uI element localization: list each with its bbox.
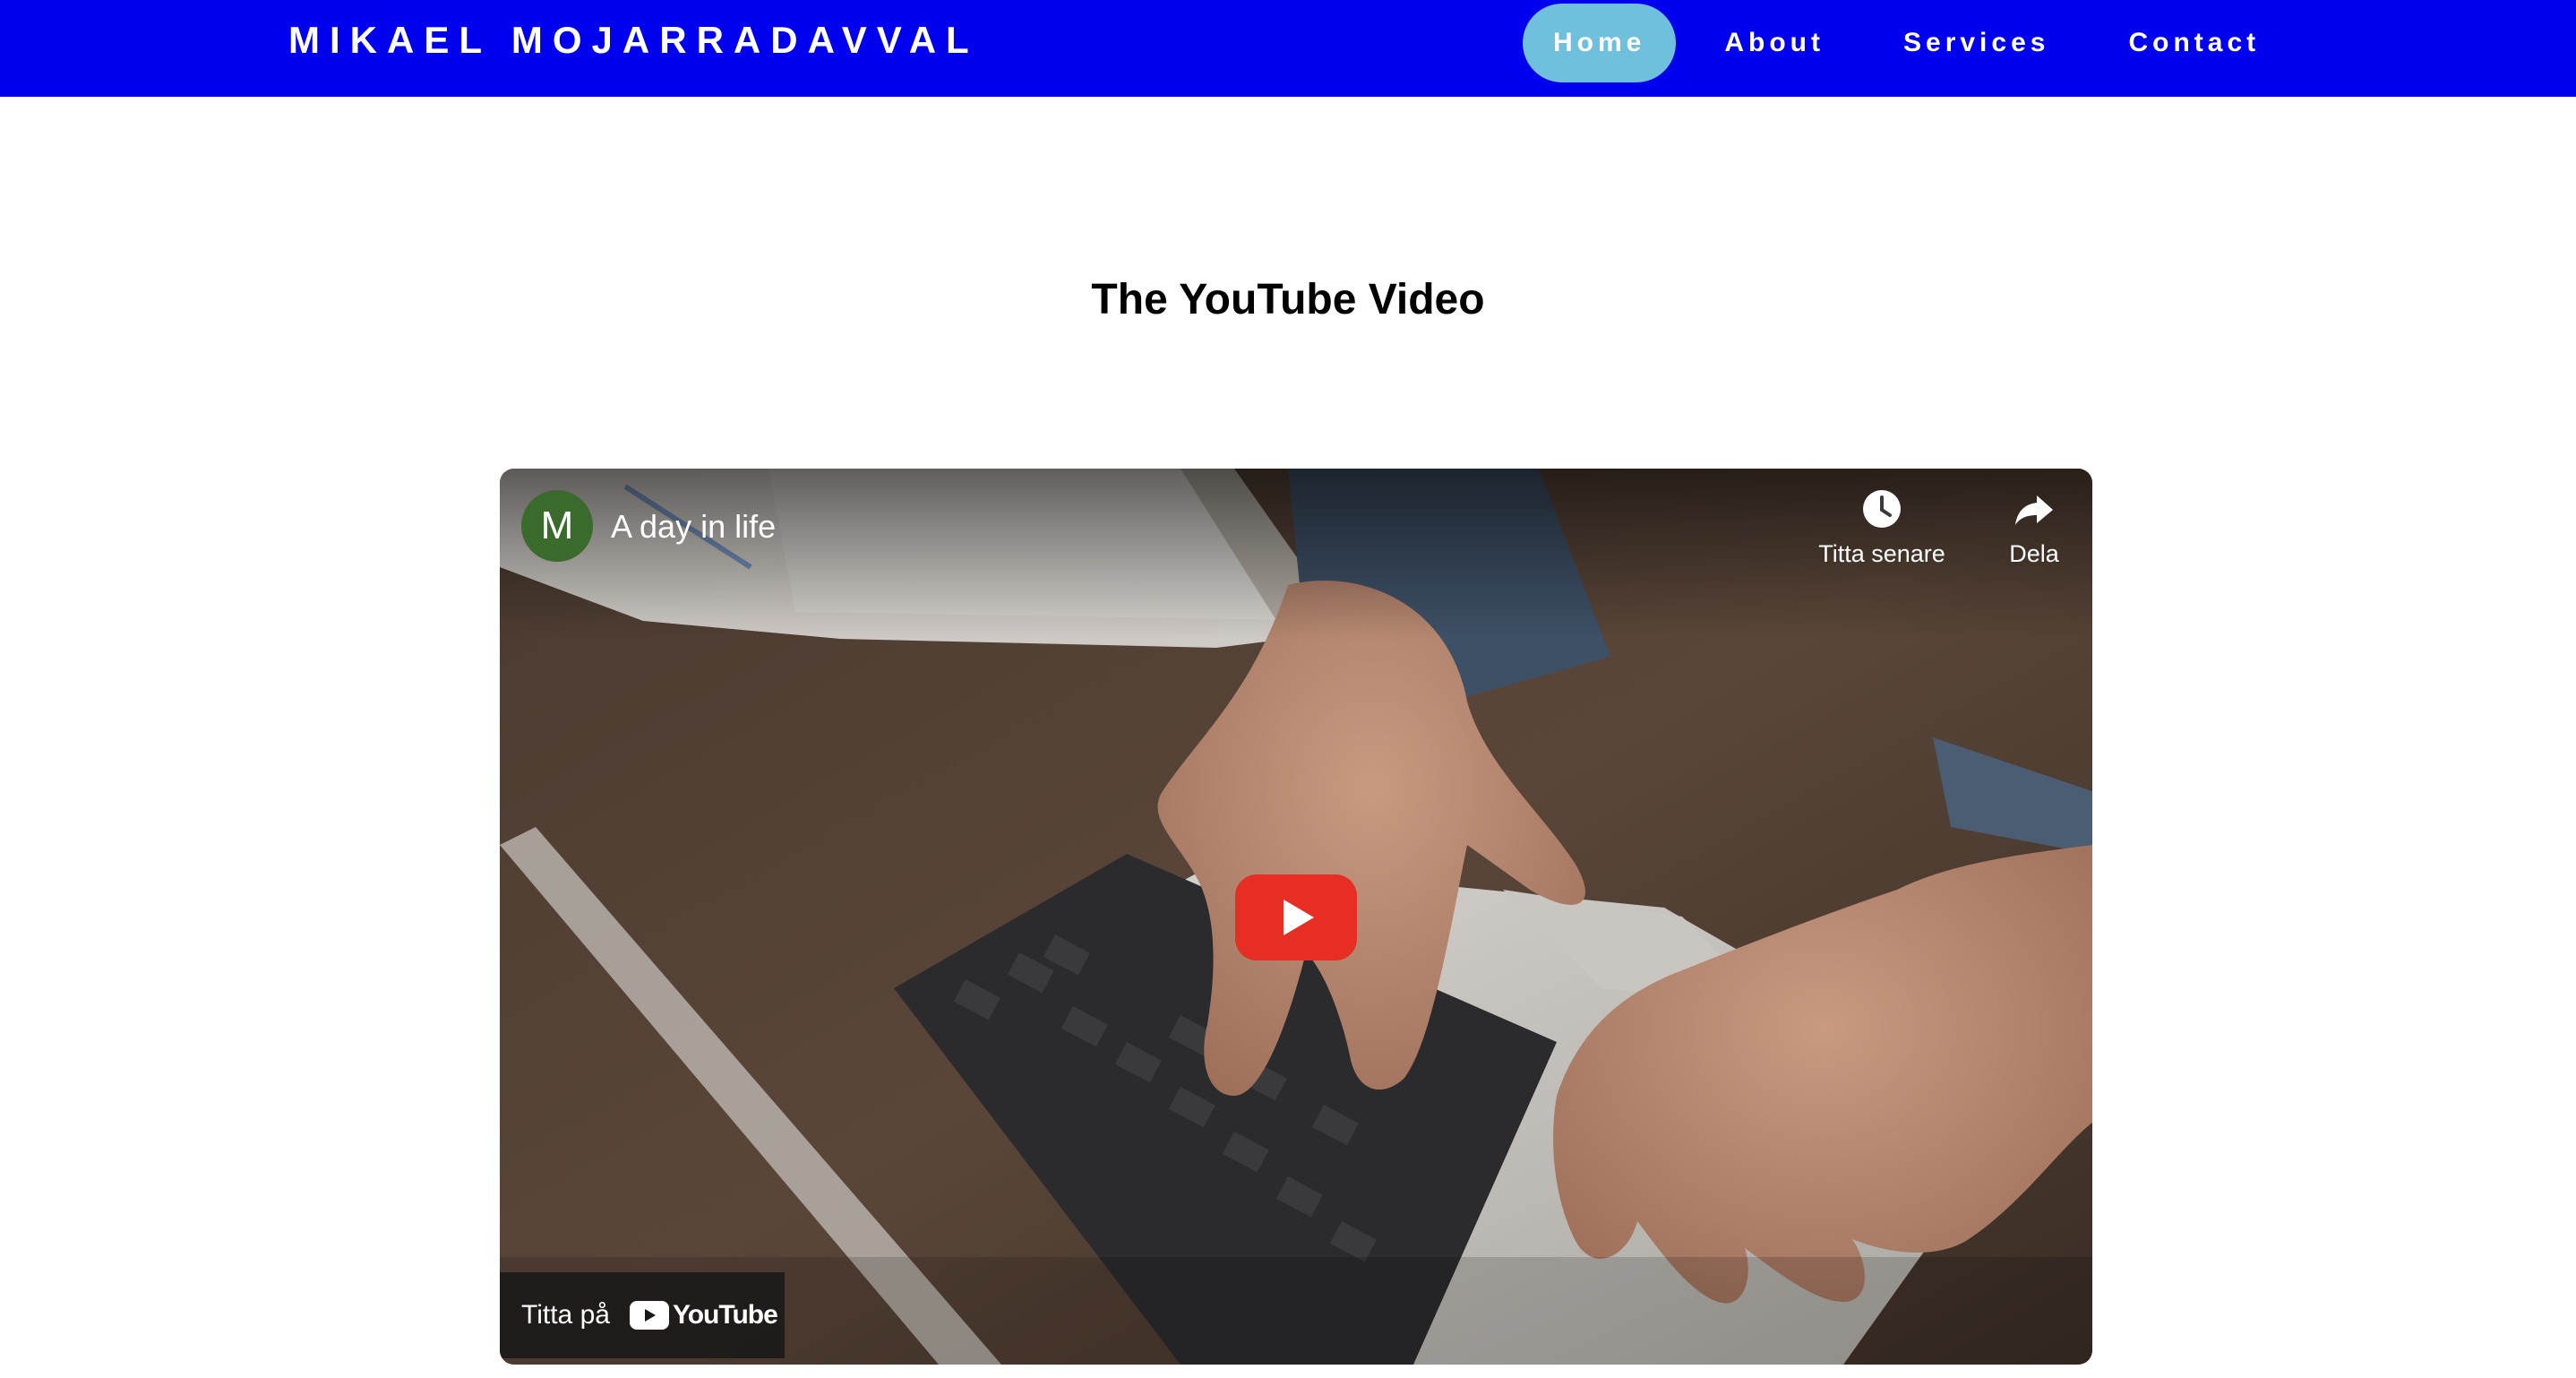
- page-title: The YouTube Video: [1091, 276, 1485, 323]
- share-label: Dela: [2009, 540, 2059, 567]
- share-button[interactable]: Dela: [1976, 487, 2092, 568]
- watch-on-youtube-button[interactable]: Titta på YouTube: [500, 1272, 785, 1358]
- youtube-logo: YouTube: [629, 1300, 778, 1331]
- watch-later-button[interactable]: Titta senare: [1788, 487, 1976, 568]
- youtube-wordmark: YouTube: [672, 1300, 778, 1330]
- youtube-embed[interactable]: M A day in life Titta senare Dela Titta …: [500, 469, 2092, 1365]
- nav-about[interactable]: About: [1694, 4, 1855, 82]
- site-brand[interactable]: MIKAEL MOJARRADAVVAL: [288, 18, 979, 63]
- nav-services[interactable]: Services: [1873, 4, 2080, 82]
- site-header: MIKAEL MOJARRADAVVAL Home About Services…: [0, 0, 2576, 97]
- nav-contact[interactable]: Contact: [2098, 4, 2290, 82]
- watch-later-label: Titta senare: [1818, 540, 1945, 567]
- main-nav: Home About Services Contact: [1523, 4, 2308, 82]
- share-arrow-icon: [2015, 495, 2053, 525]
- video-title[interactable]: A day in life: [611, 504, 776, 549]
- watch-on-label: Titta på: [521, 1300, 610, 1330]
- clock-icon: [1863, 490, 1901, 528]
- youtube-logo-icon: [629, 1301, 669, 1330]
- play-button[interactable]: [1235, 874, 1357, 960]
- nav-home[interactable]: Home: [1523, 4, 1677, 82]
- channel-avatar[interactable]: M: [521, 490, 593, 562]
